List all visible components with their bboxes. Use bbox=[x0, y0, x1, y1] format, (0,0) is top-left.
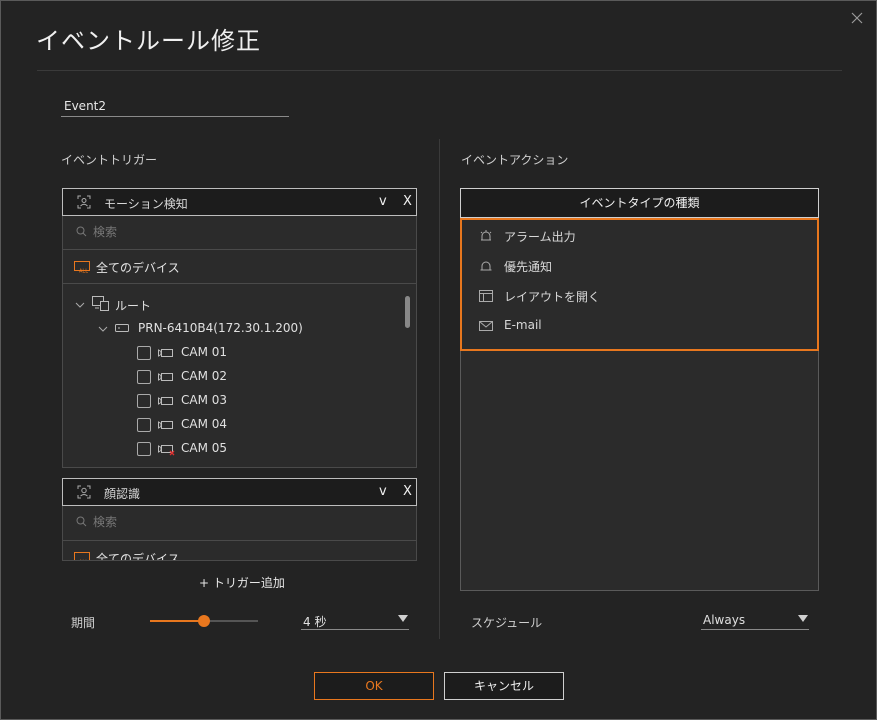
trigger-section-label: イベントトリガー bbox=[61, 153, 158, 167]
close-icon[interactable] bbox=[850, 11, 864, 25]
schedule-value: Always bbox=[703, 613, 746, 627]
event-type-list: アラーム出力 優先通知 レイアウトを開く E-mail bbox=[460, 218, 819, 351]
action-item-label: E-mail bbox=[504, 318, 542, 332]
all-devices-label: 全てのデバイス bbox=[96, 552, 180, 561]
trigger-face-body: ALL 全てのデバイス bbox=[62, 506, 417, 561]
cancel-button[interactable]: キャンセル bbox=[444, 672, 564, 700]
schedule-label: スケジュール bbox=[471, 616, 543, 630]
search-icon bbox=[76, 226, 87, 237]
camera-icon bbox=[158, 373, 173, 381]
duration-slider-thumb[interactable] bbox=[198, 615, 210, 627]
section-divider bbox=[439, 139, 440, 639]
camera-row[interactable]: CAM 05 bbox=[137, 440, 337, 460]
trigger-type-label: 顔認識 bbox=[104, 487, 141, 501]
camera-checkbox[interactable] bbox=[137, 418, 151, 432]
action-section-label: イベントアクション bbox=[461, 153, 569, 167]
trigger-motion-body: ALL 全てのデバイス ルート PRN-6410B4(172. bbox=[62, 216, 417, 468]
svg-text:ALL: ALL bbox=[79, 560, 88, 562]
trigger-motion-header[interactable]: モーション検知 v X bbox=[62, 188, 417, 216]
duration-label: 期間 bbox=[71, 616, 96, 630]
dialog-title: イベントルール修正 bbox=[36, 27, 261, 55]
alarm-output-icon bbox=[480, 230, 492, 241]
all-devices-item[interactable]: ALL 全てのデバイス bbox=[63, 541, 416, 562]
tree-scrollbar[interactable] bbox=[405, 296, 410, 328]
camera-label: CAM 05 bbox=[181, 441, 228, 455]
action-item-label: アラーム出力 bbox=[504, 230, 576, 244]
device-search bbox=[63, 216, 416, 250]
chevron-down-icon[interactable] bbox=[75, 300, 85, 310]
all-devices-label: 全てのデバイス bbox=[96, 261, 180, 275]
duration-slider[interactable] bbox=[150, 615, 258, 627]
ok-button[interactable]: OK bbox=[314, 672, 434, 700]
duration-select[interactable]: 4 秒 bbox=[301, 612, 409, 630]
action-item-label: レイアウトを開く bbox=[504, 290, 601, 304]
camera-checkbox[interactable] bbox=[137, 346, 151, 360]
duration-value: 4 秒 bbox=[303, 615, 327, 629]
all-devices-icon: ALL bbox=[74, 261, 90, 273]
svg-text:ALL: ALL bbox=[79, 269, 88, 274]
dropdown-arrow-icon bbox=[798, 615, 808, 622]
all-devices-item[interactable]: ALL 全てのデバイス bbox=[63, 250, 416, 284]
event-type-header[interactable]: イベントタイプの種類 bbox=[460, 188, 819, 218]
trigger-face-header[interactable]: 顔認識 v X bbox=[62, 478, 417, 506]
camera-label: CAM 03 bbox=[181, 393, 228, 407]
camera-label: CAM 01 bbox=[181, 345, 228, 359]
title-divider bbox=[37, 70, 842, 71]
camera-label: CAM 04 bbox=[181, 417, 228, 431]
tree-root-label: ルート bbox=[115, 299, 152, 313]
camera-error-icon bbox=[158, 445, 175, 456]
event-rule-dialog: イベントルール修正 イベントトリガー モーション検知 v X ALL bbox=[0, 0, 877, 720]
camera-icon bbox=[158, 349, 173, 357]
root-group-icon bbox=[92, 296, 109, 311]
priority-notification-icon bbox=[480, 261, 492, 271]
camera-row[interactable]: CAM 01 bbox=[137, 344, 337, 364]
trigger-dropdown-button[interactable]: v bbox=[379, 194, 387, 209]
search-input[interactable] bbox=[93, 223, 393, 241]
camera-row[interactable]: CAM 03 bbox=[137, 392, 337, 412]
rule-name-input[interactable] bbox=[61, 97, 289, 117]
camera-row[interactable]: CAM 04 bbox=[137, 416, 337, 436]
layout-icon bbox=[479, 290, 493, 302]
action-item-label: 優先通知 bbox=[504, 260, 553, 274]
tree-device-label: PRN-6410B4(172.30.1.200) bbox=[138, 321, 303, 335]
tree-device[interactable]: PRN-6410B4(172.30.1.200) bbox=[98, 320, 378, 340]
camera-checkbox[interactable] bbox=[137, 442, 151, 456]
camera-icon bbox=[158, 397, 173, 405]
schedule-select[interactable]: Always bbox=[701, 612, 809, 630]
trigger-remove-button[interactable]: X bbox=[403, 484, 412, 499]
camera-checkbox[interactable] bbox=[137, 370, 151, 384]
mail-icon bbox=[479, 321, 493, 331]
device-search bbox=[63, 506, 416, 541]
tree-root[interactable]: ルート bbox=[75, 296, 275, 316]
search-icon bbox=[76, 516, 87, 527]
camera-row[interactable]: CAM 02 bbox=[137, 368, 337, 388]
duration-slider-fill bbox=[150, 620, 204, 622]
recorder-icon bbox=[115, 324, 129, 332]
search-input[interactable] bbox=[93, 513, 393, 531]
trigger-dropdown-button[interactable]: v bbox=[379, 484, 387, 499]
trigger-remove-button[interactable]: X bbox=[403, 194, 412, 209]
chevron-down-icon[interactable] bbox=[98, 324, 108, 334]
trigger-type-label: モーション検知 bbox=[104, 197, 188, 211]
dropdown-arrow-icon bbox=[398, 615, 408, 622]
face-recognition-icon bbox=[77, 485, 91, 499]
camera-label: CAM 02 bbox=[181, 369, 228, 383]
motion-detection-icon bbox=[77, 195, 91, 209]
camera-icon bbox=[158, 421, 173, 429]
camera-checkbox[interactable] bbox=[137, 394, 151, 408]
add-trigger-button[interactable]: + トリガー追加 bbox=[199, 574, 285, 591]
device-tree: ルート PRN-6410B4(172.30.1.200) CAM 01 CAM … bbox=[63, 284, 416, 467]
all-devices-icon: ALL bbox=[74, 552, 90, 562]
